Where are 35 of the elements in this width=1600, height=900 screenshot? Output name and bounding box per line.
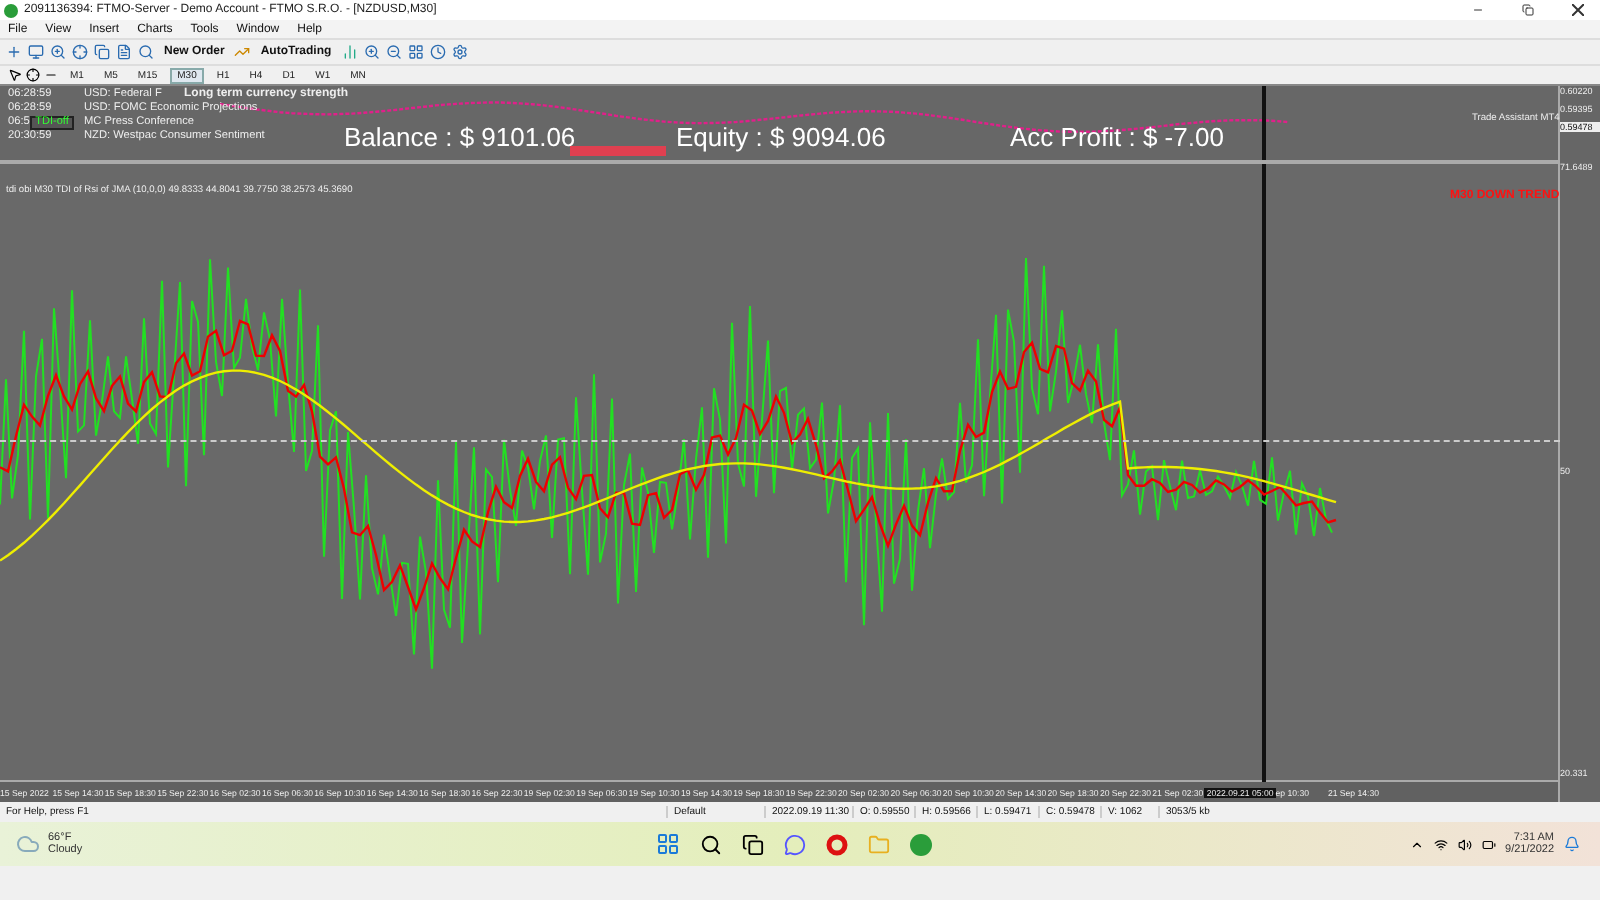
- settings-icon[interactable]: [451, 44, 468, 60]
- cloud-icon: [16, 832, 40, 856]
- battery-icon[interactable]: [1481, 837, 1496, 851]
- cursor-icon[interactable]: [8, 68, 22, 82]
- trend-icon[interactable]: [234, 44, 251, 60]
- zoom-in-icon[interactable]: [50, 44, 66, 60]
- zoom-out-icon[interactable]: [385, 44, 402, 60]
- document-icon[interactable]: [116, 44, 132, 60]
- speaker-icon[interactable]: [1457, 837, 1472, 851]
- close-icon[interactable]: [1572, 4, 1584, 16]
- grid-icon[interactable]: [407, 44, 424, 60]
- monitor-icon[interactable]: [28, 44, 44, 60]
- zoom-in-icon[interactable]: [363, 44, 380, 60]
- clock-icon[interactable]: [429, 44, 446, 60]
- ring-icon[interactable]: [826, 833, 848, 855]
- crosshair-icon[interactable]: [26, 68, 40, 82]
- task-view-icon[interactable]: [742, 833, 764, 855]
- order-tags-drawing: [570, 146, 666, 158]
- line-icon[interactable]: [44, 68, 58, 82]
- cursor-line: [1262, 86, 1266, 160]
- copy-icon[interactable]: [94, 44, 110, 60]
- app-logo-icon[interactable]: [910, 833, 932, 855]
- chat-icon[interactable]: [784, 833, 806, 855]
- restore-icon[interactable]: [1522, 4, 1534, 16]
- start-icon[interactable]: [656, 832, 680, 856]
- chevron-up-icon[interactable]: [1409, 837, 1424, 851]
- plus-icon[interactable]: [6, 44, 22, 60]
- balance-text: Balance : $ 9101.06: [344, 124, 576, 152]
- bar-chart-icon[interactable]: [341, 44, 358, 60]
- minimize-icon[interactable]: [1472, 4, 1484, 16]
- wifi-icon[interactable]: [1433, 837, 1448, 851]
- search-icon[interactable]: [700, 833, 722, 855]
- notification-icon[interactable]: [1564, 836, 1580, 852]
- app-logo-icon: [4, 3, 18, 17]
- equity-text: Equity : $ 9094.06: [676, 124, 886, 152]
